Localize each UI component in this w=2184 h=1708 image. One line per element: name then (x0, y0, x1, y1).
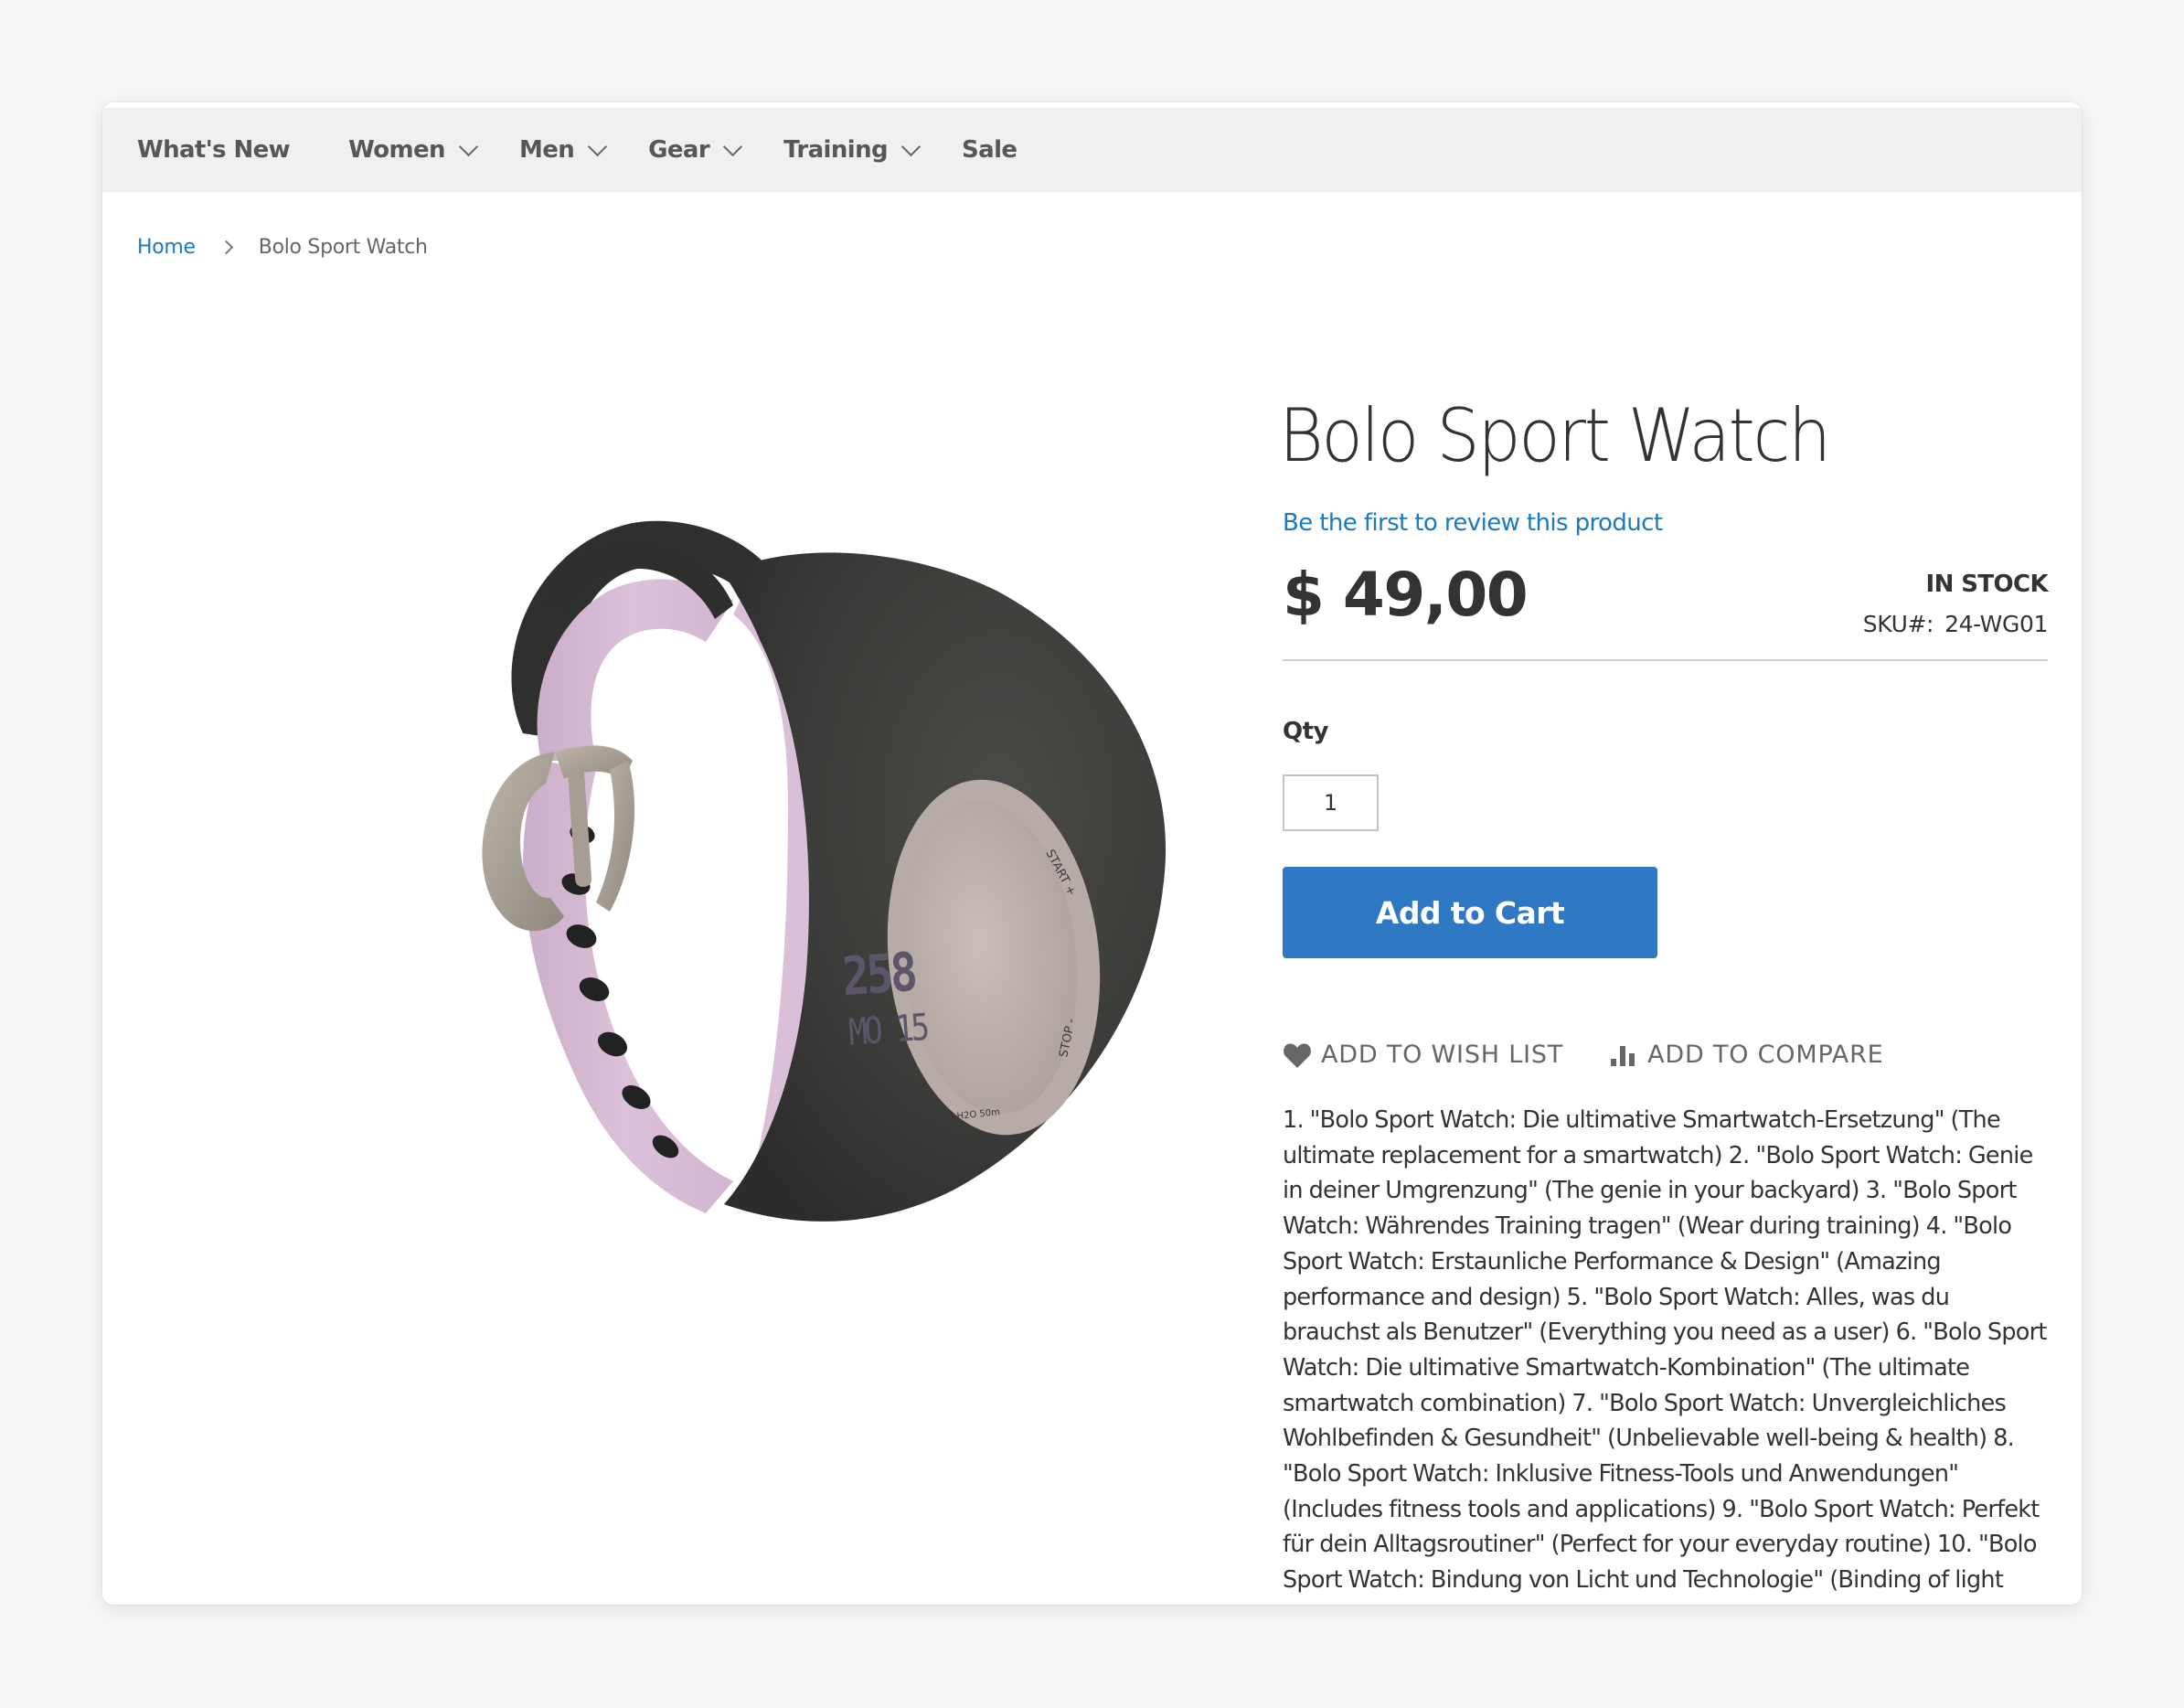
chevron-down-icon (588, 136, 608, 156)
wish-list-label: Add to Wish List (1321, 1041, 1564, 1069)
nav-item-label: Women (348, 136, 445, 164)
nav-item-label: Training (783, 136, 889, 164)
sku-label: SKU#: (1862, 611, 1934, 637)
nav-item-men[interactable]: Men (518, 136, 608, 164)
lcd-main-digits: 258 (840, 941, 918, 1008)
product-description: 1. "Bolo Sport Watch: Die ultimative Sma… (1283, 1106, 2047, 1605)
review-link[interactable]: Be the first to review this product (1283, 509, 1663, 537)
chevron-down-icon (723, 136, 743, 156)
nav-item-women[interactable]: Women (348, 136, 479, 164)
chevron-down-icon (458, 136, 479, 156)
lcd-sub-digits: MO 15 (847, 1006, 930, 1053)
chevron-right-icon (218, 240, 234, 255)
nav-item-label: What's New (137, 136, 291, 164)
heart-icon (1284, 1042, 1311, 1068)
nav-item-whats-new[interactable]: What's New (137, 136, 291, 164)
chevron-down-icon (900, 136, 922, 156)
add-to-compare-link[interactable]: Add to Compare (1609, 1041, 1883, 1069)
product-price: $ 49,00 (1283, 560, 1529, 630)
nav-item-label: Sale (962, 136, 1017, 164)
divider (1283, 659, 2048, 661)
nav-item-label: Gear (648, 136, 710, 164)
compare-label: Add to Compare (1647, 1041, 1884, 1069)
breadcrumb-home-link[interactable]: Home (137, 236, 196, 259)
sku: SKU#: 24-WG01 (1862, 611, 2049, 637)
stock-status: IN STOCK (1925, 571, 2049, 598)
sku-value: 24-WG01 (1944, 611, 2048, 637)
nav-item-gear[interactable]: Gear (648, 136, 743, 164)
breadcrumb: Home Bolo Sport Watch (137, 236, 428, 259)
watch-product-image: START + STOP - H2O 50m 258 MO 15 (482, 520, 1167, 1222)
product-actions: Add to Wish List Add to Compare (1283, 1041, 1884, 1069)
add-to-cart-button[interactable]: Add to Cart (1283, 867, 1657, 958)
breadcrumb-current: Bolo Sport Watch (258, 236, 428, 259)
nav-item-sale[interactable]: Sale (962, 136, 1017, 164)
add-to-wish-list-link[interactable]: Add to Wish List (1283, 1041, 1563, 1069)
page-title: Bolo Sport Watch (1279, 393, 1831, 478)
qty-input[interactable] (1283, 774, 1379, 831)
main-nav: What's New Women Men Gear Training Sale (102, 108, 2082, 192)
compare-bars-icon (1611, 1045, 1635, 1066)
qty-label: Qty (1283, 718, 1328, 745)
product-page-card: What's New Women Men Gear Training Sale … (102, 102, 2082, 1605)
product-image[interactable]: START + STOP - H2O 50m 258 MO 15 (358, 377, 1181, 1291)
nav-item-training[interactable]: Training (783, 136, 922, 164)
nav-item-label: Men (518, 136, 575, 164)
